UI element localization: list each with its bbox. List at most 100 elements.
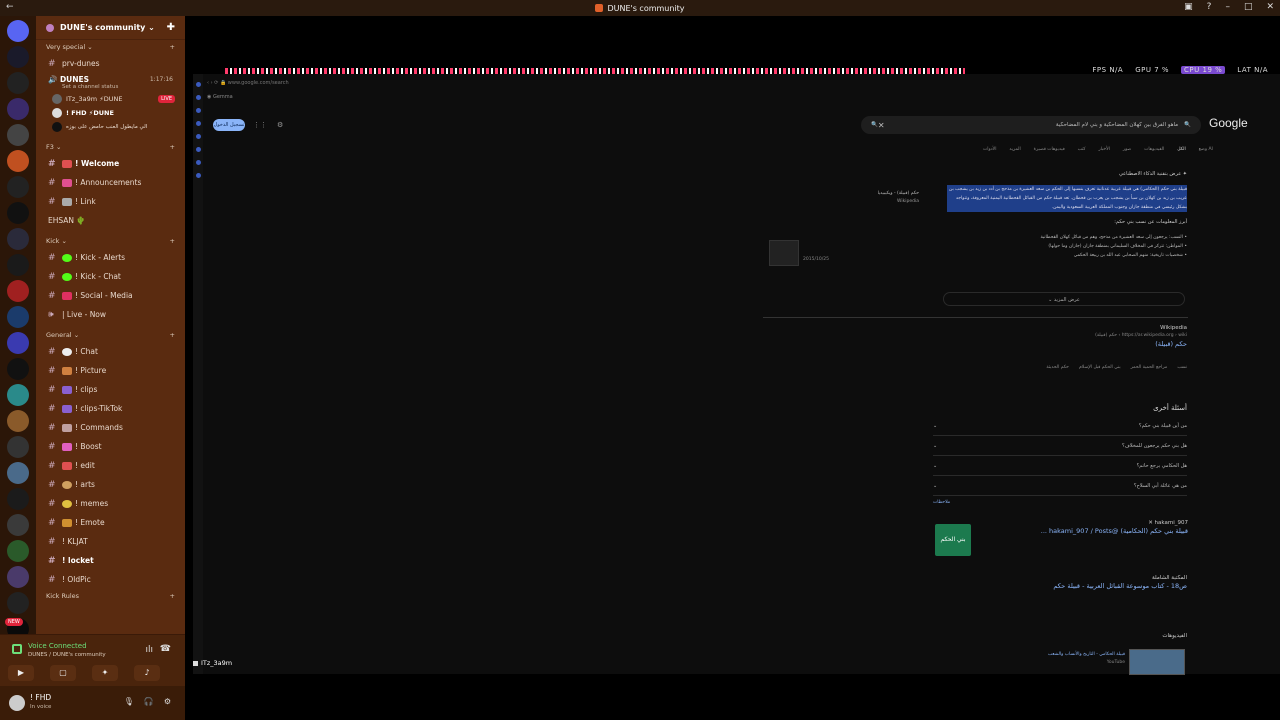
channel-picture[interactable]: #! Picture xyxy=(36,361,185,380)
voice-panel: Voice Connected DUNES / DUNE's community… xyxy=(0,634,185,686)
channel-memes[interactable]: #! memes xyxy=(36,494,185,513)
video-result: قبيلة الحكامي - التاريخ والأنساب والشعب … xyxy=(1047,652,1125,665)
server-icon[interactable] xyxy=(7,46,29,68)
server-icon[interactable] xyxy=(7,514,29,536)
category-f3[interactable]: F3 ⌄ + xyxy=(36,140,185,154)
home-icon[interactable] xyxy=(7,20,29,42)
window-controls: ▣ ? – □ ✕ xyxy=(1184,2,1274,12)
voice-user[interactable]: ! FHD ⚡DUNE xyxy=(36,106,185,120)
kick-icon xyxy=(62,253,72,262)
channel-boost[interactable]: #! Boost xyxy=(36,437,185,456)
server-icon[interactable] xyxy=(7,332,29,354)
server-icon[interactable] xyxy=(7,436,29,458)
minimize-button[interactable]: – xyxy=(1225,2,1230,12)
camera-button[interactable]: ▶ xyxy=(8,665,34,681)
avatar[interactable] xyxy=(9,695,25,711)
emote-icon xyxy=(62,518,72,527)
server-icon[interactable] xyxy=(7,488,29,510)
book-result: المكتبة الشاملة ص18 - كتاب موسوعة القبائ… xyxy=(1053,575,1187,590)
voice-user[interactable]: الي مايطول العنب حامض على بوزه xyxy=(36,120,185,134)
server-icon[interactable] xyxy=(7,410,29,432)
server-icon[interactable] xyxy=(7,566,29,588)
server-icon[interactable] xyxy=(7,306,29,328)
mic-icon[interactable]: 🎙 xyxy=(124,697,134,706)
channel-kick-chat[interactable]: #! Kick - Chat xyxy=(36,267,185,286)
clear-icon: ✕ xyxy=(877,120,885,130)
kick-icon xyxy=(62,272,72,281)
channel-arts[interactable]: #! arts xyxy=(36,475,185,494)
channel-clips[interactable]: #! clips xyxy=(36,380,185,399)
add-member-icon[interactable]: ✚ xyxy=(167,22,175,33)
disconnect-icon[interactable]: ☎ xyxy=(160,644,171,654)
inbox-icon[interactable]: ▣ xyxy=(1184,2,1193,12)
x-result: hakami_907 ✕ قبيلة بني حكم (الحكامية) @h… xyxy=(1040,520,1188,535)
window-title: DUNE's community xyxy=(607,3,685,13)
server-icon[interactable] xyxy=(7,358,29,380)
category-kick-rules[interactable]: Kick Rules + xyxy=(36,589,185,603)
cpu-readout: CPU 19 % xyxy=(1181,66,1226,74)
voice-channel-dunes[interactable]: 🔊 DUNES 1:17:16 Set a channel status xyxy=(36,73,185,92)
url-bar: ‹ › ⟳ 🔒 www.google.com/search xyxy=(207,80,289,86)
help-icon[interactable]: ? xyxy=(1207,2,1212,12)
server-icon[interactable] xyxy=(7,98,29,120)
channel-oldpic[interactable]: #! OldPic xyxy=(36,570,185,589)
thumbnail xyxy=(769,240,799,266)
noise-suppression-icon[interactable]: ılı xyxy=(145,645,153,655)
channel-link[interactable]: #! Link xyxy=(36,192,185,211)
category-kick[interactable]: Kick ⌄ + xyxy=(36,234,185,248)
channel-clips-tiktok[interactable]: #! clips-TikTok xyxy=(36,399,185,418)
server-icon[interactable] xyxy=(7,462,29,484)
channel-edit[interactable]: #! edit xyxy=(36,456,185,475)
feedback-link: ملاحظات xyxy=(933,500,951,505)
channel-emote[interactable]: #! Emote xyxy=(36,513,185,532)
maximize-button[interactable]: □ xyxy=(1244,2,1253,12)
ai-overview: ✦ عرض بتقنية الذكاء الاصطناعي قبيلة بني … xyxy=(947,170,1187,260)
server-icon[interactable] xyxy=(7,540,29,562)
headphones-icon[interactable]: 🎧 xyxy=(144,697,154,706)
settings-icon: ⚙ xyxy=(277,121,284,129)
channel-chat[interactable]: #! Chat xyxy=(36,342,185,361)
voice-server[interactable]: DUNES / DUNE's community xyxy=(28,652,106,658)
soundboard-button[interactable]: ♪ xyxy=(134,665,160,681)
server-icon[interactable] xyxy=(7,202,29,224)
server-icon[interactable] xyxy=(7,228,29,250)
people-also-ask: أسئلة أخرى من أين قبيلة بني حكم؟ ⌄ هل بني… xyxy=(933,404,1187,505)
stream-view[interactable]: FPS N/A GPU 7 % CPU 19 % LAT N/A ‹ › ⟳ 🔒… xyxy=(185,16,1280,720)
channel-live-now[interactable]: 🕪 | Live - Now xyxy=(36,305,185,324)
channel-announcements[interactable]: #! Announcements xyxy=(36,173,185,192)
signal-icon[interactable] xyxy=(12,644,22,654)
channel-commands[interactable]: #! Commands xyxy=(36,418,185,437)
back-arrow-icon[interactable]: ← xyxy=(6,2,14,12)
channel-status-hint[interactable]: Set a channel status xyxy=(62,84,173,90)
guild-name: DUNE's community xyxy=(60,23,146,32)
channel-prv-dunes[interactable]: # prv-dunes xyxy=(36,54,185,73)
channel-social-media[interactable]: #! Social - Media xyxy=(36,286,185,305)
server-icon[interactable] xyxy=(7,254,29,276)
video-thumbnail xyxy=(1129,649,1185,675)
server-icon[interactable] xyxy=(7,150,29,172)
channel-welcome[interactable]: #! Welcome xyxy=(36,154,185,173)
channel-kljat[interactable]: #! KLJAT xyxy=(36,532,185,551)
category-general[interactable]: General ⌄ + xyxy=(36,328,185,342)
server-icon[interactable] xyxy=(7,280,29,302)
settings-icon[interactable]: ⚙ xyxy=(164,697,171,706)
screen-share-button[interactable]: ▢ xyxy=(50,665,76,681)
server-icon[interactable] xyxy=(7,124,29,146)
stream-user-tag: ITz_3a9m xyxy=(193,659,232,667)
close-button[interactable]: ✕ xyxy=(1266,2,1274,12)
activities-button[interactable]: ✦ xyxy=(92,665,118,681)
channel-kick-alerts[interactable]: #! Kick - Alerts xyxy=(36,248,185,267)
category-very-special[interactable]: Very special ⌄ + xyxy=(36,40,185,54)
channel-ehsan[interactable]: EHSAN 🌵 xyxy=(36,211,185,230)
server-icon[interactable] xyxy=(7,592,29,614)
server-icon[interactable] xyxy=(7,72,29,94)
server-icon[interactable] xyxy=(7,176,29,198)
channel-locket[interactable]: #! locket xyxy=(36,551,185,570)
chevron-down-icon: ⌄ xyxy=(933,482,938,489)
voice-user[interactable]: ITz_3a9m ⚡DUNE LIVE xyxy=(36,92,185,106)
x-logo-icon: ✕ xyxy=(1148,520,1153,526)
wikipedia-result: Wikipedia https://ar.wikipedia.org › wik… xyxy=(1046,325,1187,370)
speaker-icon: 🔊 xyxy=(48,75,60,84)
server-icon[interactable] xyxy=(7,384,29,406)
guild-header[interactable]: DUNE's community ⌄ ✚ xyxy=(36,16,185,40)
